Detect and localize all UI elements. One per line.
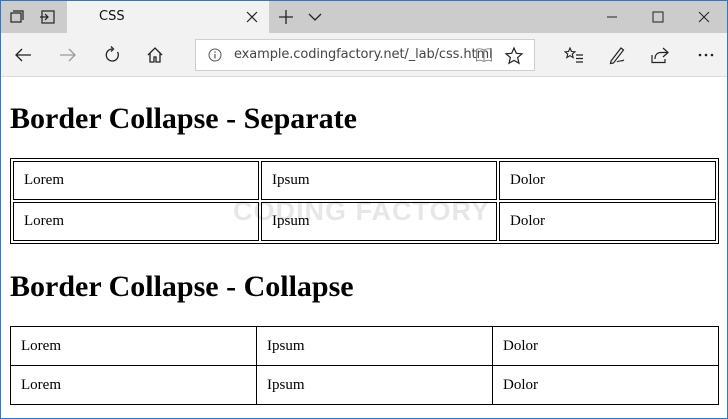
- minimize-icon[interactable]: [589, 1, 635, 33]
- refresh-icon[interactable]: [101, 44, 123, 66]
- address-bar[interactable]: example.codingfactory.net/_lab/css.html: [195, 39, 535, 71]
- plus-icon[interactable]: [277, 8, 295, 26]
- share-icon[interactable]: [649, 44, 671, 66]
- forward-arrow-icon[interactable]: [57, 44, 79, 66]
- close-icon[interactable]: [243, 8, 261, 26]
- navigation-bar: example.codingfactory.net/_lab/css.html: [1, 33, 727, 77]
- table-cell: Ipsum: [261, 202, 497, 241]
- table-cell: Lorem: [13, 161, 259, 200]
- heading-border-collapse-collapse: Border Collapse - Collapse: [10, 270, 354, 303]
- table-cell: Dolor: [499, 202, 716, 241]
- table-cell: Ipsum: [261, 161, 497, 200]
- table-collapse: Lorem Ipsum Dolor Lorem Ipsum Dolor: [10, 326, 719, 405]
- table-cell: Dolor: [499, 161, 716, 200]
- table-row: Lorem Ipsum Dolor: [13, 202, 716, 241]
- tab-actions-icon[interactable]: [7, 7, 27, 27]
- pen-icon[interactable]: [606, 44, 628, 66]
- address-url[interactable]: example.codingfactory.net/_lab/css.html: [234, 47, 493, 62]
- table-cell: Ipsum: [256, 326, 493, 366]
- chevron-down-icon[interactable]: [307, 9, 325, 27]
- info-icon[interactable]: [208, 48, 222, 62]
- tab-title: CSS: [99, 9, 125, 24]
- table-cell: Lorem: [10, 326, 257, 366]
- title-bar: CSS: [1, 1, 727, 33]
- close-window-icon[interactable]: [681, 1, 727, 33]
- tab-css[interactable]: CSS: [67, 1, 269, 33]
- back-arrow-icon[interactable]: [12, 44, 34, 66]
- set-aside-tabs-icon[interactable]: [37, 7, 57, 27]
- favorites-list-icon[interactable]: [563, 44, 585, 66]
- page-content: Border Collapse - Separate Lorem Ipsum D…: [1, 78, 727, 418]
- book-icon[interactable]: [475, 47, 493, 65]
- browser-window: CSS example.codingfactory.net/_lab/css.h…: [0, 0, 728, 419]
- table-cell: Lorem: [13, 202, 259, 241]
- table-cell: Ipsum: [256, 365, 493, 405]
- home-icon[interactable]: [144, 44, 166, 66]
- table-cell: Lorem: [10, 365, 257, 405]
- table-row: Lorem Ipsum Dolor: [10, 326, 719, 366]
- table-row: Lorem Ipsum Dolor: [10, 365, 719, 405]
- table-row: Lorem Ipsum Dolor: [13, 161, 716, 200]
- heading-border-collapse-separate: Border Collapse - Separate: [10, 102, 357, 135]
- maximize-icon[interactable]: [635, 1, 681, 33]
- table-separate: Lorem Ipsum Dolor Lorem Ipsum Dolor: [10, 158, 719, 244]
- table-cell: Dolor: [492, 365, 719, 405]
- table-cell: Dolor: [492, 326, 719, 366]
- star-icon[interactable]: [504, 46, 524, 66]
- more-icon[interactable]: [695, 44, 717, 66]
